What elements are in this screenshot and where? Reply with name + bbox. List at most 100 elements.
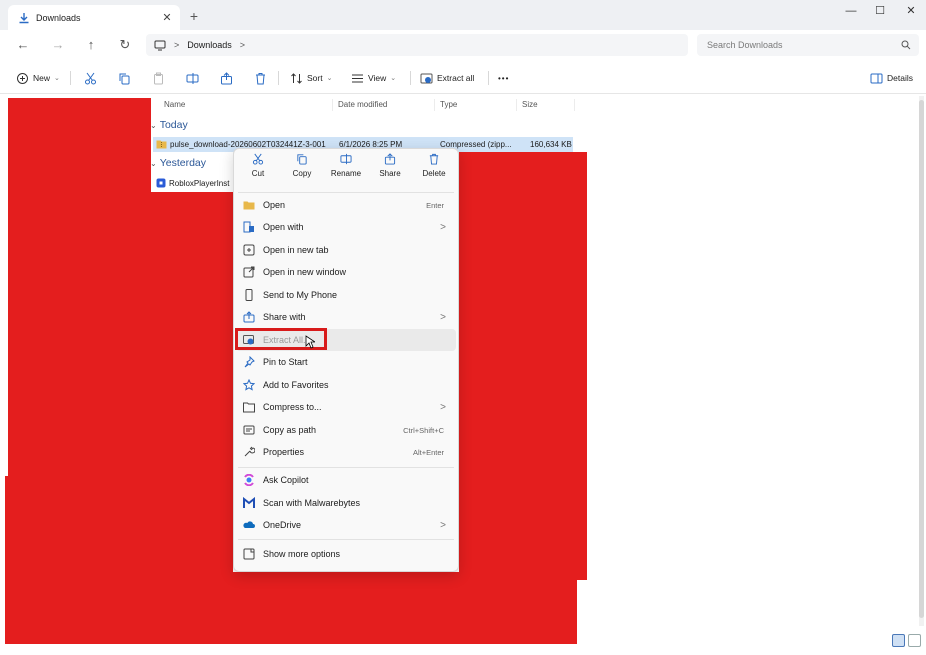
chevron-right-icon: > xyxy=(440,401,446,413)
plus-circle-icon xyxy=(17,72,28,84)
maximize-button[interactable]: ☐ xyxy=(869,3,891,19)
chevron-down-icon: ⌄ xyxy=(390,75,397,82)
malwarebytes-icon xyxy=(243,497,255,508)
table-row[interactable]: RobloxPlayerInst xyxy=(153,176,233,191)
cut-button[interactable] xyxy=(84,70,97,86)
up-button[interactable]: ↑ xyxy=(82,37,100,53)
file-name: RobloxPlayerInst xyxy=(169,179,230,188)
tab-close-button[interactable]: ✕ xyxy=(160,11,174,24)
copy-button[interactable] xyxy=(118,70,131,86)
refresh-button[interactable]: ↻ xyxy=(116,37,134,53)
view-icon xyxy=(352,74,363,82)
file-size: 160,634 KB xyxy=(530,140,572,149)
divider xyxy=(410,71,411,85)
tab-title: Downloads xyxy=(36,12,81,23)
more-options-button[interactable]: ••• xyxy=(498,70,509,86)
menu-item-add-to-favorites[interactable]: Add to Favorites xyxy=(236,374,456,396)
breadcrumb-separator: > xyxy=(239,40,246,50)
new-tab-button[interactable]: + xyxy=(186,8,202,24)
delete-button[interactable] xyxy=(254,70,267,86)
chevron-right-icon: > xyxy=(440,519,446,531)
redaction-block xyxy=(233,572,577,644)
scissors-icon xyxy=(85,72,96,84)
column-size[interactable]: Size xyxy=(522,100,538,109)
trash-icon xyxy=(429,153,439,165)
menu-item-share-with[interactable]: Share with > xyxy=(236,306,456,328)
menu-item-pin-to-start[interactable]: Pin to Start xyxy=(236,351,456,373)
menu-item-open-in-new-tab[interactable]: Open in new tab xyxy=(236,239,456,261)
share-button[interactable] xyxy=(220,70,233,86)
new-button[interactable]: New ⌄ xyxy=(16,70,60,86)
divider xyxy=(278,71,279,85)
address-row: ← → ↑ ↻ > Downloads > Search Downloads xyxy=(0,30,926,60)
menu-item-properties[interactable]: Properties Alt+Enter xyxy=(236,441,456,463)
menu-item-ask-copilot[interactable]: Ask Copilot xyxy=(236,469,456,491)
context-rename-button[interactable]: Rename xyxy=(325,153,367,189)
search-input[interactable]: Search Downloads xyxy=(707,40,901,50)
zip-folder-icon xyxy=(156,140,167,149)
paste-button[interactable] xyxy=(152,70,165,86)
search-icon xyxy=(901,40,911,50)
column-headers: Name Date modified Type Size xyxy=(152,96,576,114)
menu-item-open-in-new-window[interactable]: Open in new window xyxy=(236,261,456,283)
view-button[interactable]: View ⌄ xyxy=(351,70,396,86)
extract-icon xyxy=(420,73,433,83)
menu-divider xyxy=(238,192,454,193)
title-bar: Downloads ✕ + — ☐ ✕ xyxy=(0,0,926,30)
download-icon xyxy=(19,12,29,23)
menu-item-compress-to[interactable]: Compress to... > xyxy=(236,396,456,418)
divider xyxy=(70,71,71,85)
menu-item-scan-with-malwarebytes[interactable]: Scan with Malwarebytes xyxy=(236,492,456,514)
address-bar[interactable]: > Downloads > xyxy=(146,34,688,56)
chevron-right-icon: > xyxy=(440,221,446,233)
menu-item-send-to-my-phone[interactable]: Send to My Phone xyxy=(236,284,456,306)
column-type[interactable]: Type xyxy=(440,100,457,109)
column-date-modified[interactable]: Date modified xyxy=(338,100,387,109)
more-options-icon xyxy=(243,548,255,560)
context-copy-button[interactable]: Copy xyxy=(281,153,323,189)
column-name[interactable]: Name xyxy=(164,100,185,109)
menu-item-onedrive[interactable]: OneDrive > xyxy=(236,514,456,536)
extract-all-button[interactable]: Extract all xyxy=(420,70,474,86)
context-delete-button[interactable]: Delete xyxy=(413,153,455,189)
context-share-button[interactable]: Share xyxy=(369,153,411,189)
trash-icon xyxy=(256,72,265,84)
sort-button[interactable]: Sort ⌄ xyxy=(290,70,332,86)
phone-icon xyxy=(245,289,253,301)
menu-item-show-more-options[interactable]: Show more options xyxy=(236,543,456,565)
chevron-down-icon: ⌄ xyxy=(150,159,157,168)
tiles-view-button[interactable] xyxy=(908,634,921,647)
clipboard-icon xyxy=(154,72,163,84)
rename-button[interactable] xyxy=(186,70,199,86)
menu-item-open-with[interactable]: Open with > xyxy=(236,216,456,238)
context-menu: Cut Copy Rename Share Delete Open Enter … xyxy=(233,148,459,572)
new-tab-icon xyxy=(243,244,255,256)
forward-button[interactable]: → xyxy=(49,37,67,53)
onedrive-cloud-icon xyxy=(243,521,255,528)
share-icon xyxy=(243,311,255,323)
close-window-button[interactable]: ✕ xyxy=(900,3,922,19)
details-view-button[interactable] xyxy=(892,634,905,647)
chevron-right-icon: > xyxy=(440,311,446,323)
group-header-yesterday[interactable]: ⌄ Yesterday xyxy=(150,157,206,169)
context-quick-actions: Cut Copy Rename Share Delete xyxy=(234,149,458,191)
scrollbar-thumb[interactable] xyxy=(919,100,924,618)
redaction-block xyxy=(8,98,151,476)
menu-item-open[interactable]: Open Enter xyxy=(236,194,456,216)
context-cut-button[interactable]: Cut xyxy=(237,153,279,189)
breadcrumb-downloads[interactable]: Downloads xyxy=(187,40,232,50)
minimize-button[interactable]: — xyxy=(840,3,862,19)
details-button[interactable]: Details xyxy=(870,70,913,86)
copy-path-icon xyxy=(243,425,255,435)
menu-divider xyxy=(238,467,454,468)
back-button[interactable]: ← xyxy=(14,37,32,53)
group-header-today[interactable]: ⌄ Today xyxy=(150,119,188,131)
menu-item-copy-as-path[interactable]: Copy as path Ctrl+Shift+C xyxy=(236,419,456,441)
view-toggle xyxy=(892,634,924,650)
copilot-icon xyxy=(244,474,254,486)
copy-icon xyxy=(119,73,130,84)
redaction-block xyxy=(459,152,587,580)
chevron-down-icon: ⌄ xyxy=(326,75,333,82)
tab-downloads[interactable]: Downloads ✕ xyxy=(8,5,180,30)
search-box[interactable]: Search Downloads xyxy=(697,34,919,56)
